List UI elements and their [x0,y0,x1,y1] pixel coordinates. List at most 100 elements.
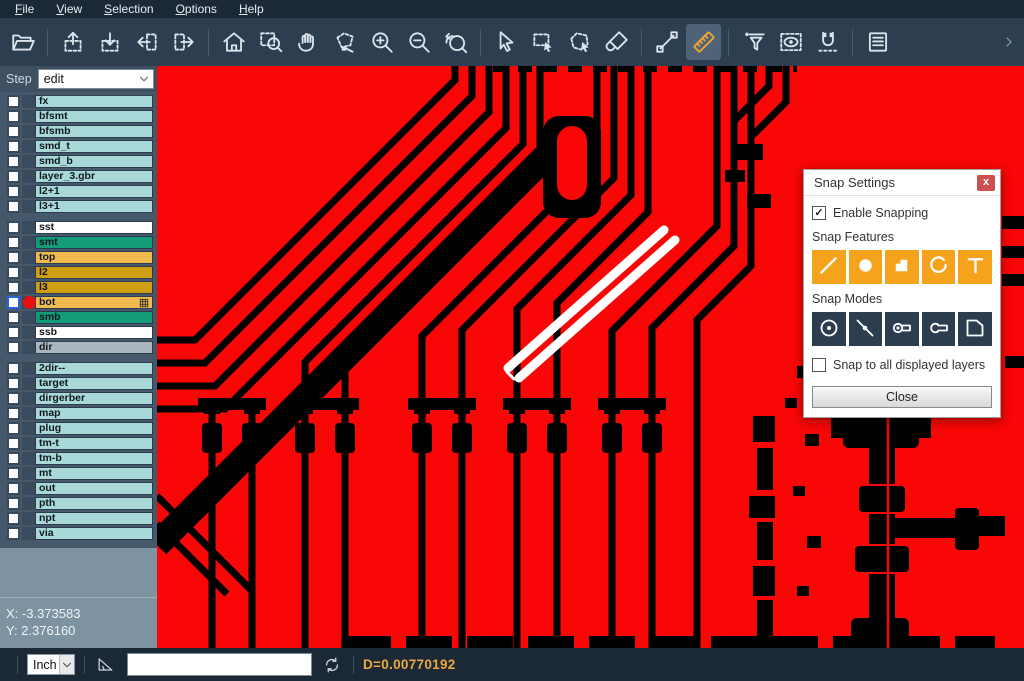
unit-dropdown[interactable]: Inch [27,654,75,675]
measure-line-button[interactable] [649,24,684,60]
layer-visibility-checkbox[interactable] [7,140,20,153]
layer-label[interactable]: l2 [35,266,153,279]
select-brush-button[interactable] [599,24,634,60]
snap-mode-polygon-button[interactable] [958,312,992,346]
highlight-button[interactable] [773,24,808,60]
layer-label[interactable]: via [35,527,153,540]
zoom-home-button[interactable] [216,24,251,60]
move-down-button[interactable] [92,24,127,60]
snap-feature-arc-button[interactable] [922,250,956,284]
layer-label[interactable]: mt [35,467,153,480]
layer-visibility-checkbox[interactable] [7,110,20,123]
layer-label[interactable]: ssb [35,326,153,339]
layer-label[interactable]: tm-b [35,452,153,465]
layer-label[interactable]: smd_t [35,140,153,153]
command-input[interactable] [127,653,312,676]
layer-label[interactable]: map [35,407,153,420]
layer-label[interactable]: target [35,377,153,390]
zoom-out-button[interactable] [401,24,436,60]
layer-visibility-checkbox[interactable] [7,221,20,234]
select-button[interactable] [488,24,523,60]
snap-feature-pad-button[interactable] [885,250,919,284]
menu-selection[interactable]: Selection [93,0,164,18]
snap-mode-center-button[interactable] [812,312,846,346]
layer-visibility-checkbox[interactable] [7,467,20,480]
layer-visibility-checkbox[interactable] [7,437,20,450]
close-button[interactable]: Close [812,386,992,408]
layer-visibility-checkbox[interactable] [7,392,20,405]
layer-label[interactable]: tm-t [35,437,153,450]
select-poly-button[interactable] [562,24,597,60]
layer-label[interactable]: bfsmt [35,110,153,123]
layer-visibility-checkbox[interactable] [7,296,20,309]
snap-mode-slot-open-button[interactable] [922,312,956,346]
layer-label[interactable]: dir [35,341,153,354]
layer-label[interactable]: dirgerber [35,392,153,405]
layer-visibility-checkbox[interactable] [7,377,20,390]
move-right-button[interactable] [166,24,201,60]
zoom-in-button[interactable] [364,24,399,60]
snap-mode-point-on-line-button[interactable] [849,312,883,346]
layer-label[interactable]: npt [35,512,153,525]
layer-visibility-checkbox[interactable] [7,200,20,213]
close-icon[interactable]: x [977,175,995,191]
layer-label[interactable]: l3 [35,281,153,294]
move-left-button[interactable] [129,24,164,60]
layer-visibility-checkbox[interactable] [7,281,20,294]
layer-visibility-checkbox[interactable] [7,266,20,279]
move-up-button[interactable] [55,24,90,60]
zoom-object-button[interactable] [327,24,362,60]
menu-file[interactable]: File [4,0,45,18]
layer-label[interactable]: plug [35,422,153,435]
layer-label[interactable]: 2dir-- [35,362,153,375]
layer-visibility-checkbox[interactable] [7,362,20,375]
layer-visibility-checkbox[interactable] [7,170,20,183]
layer-visibility-checkbox[interactable] [7,236,20,249]
report-button[interactable] [860,24,895,60]
layer-label[interactable]: l3+1 [35,200,153,213]
layer-visibility-checkbox[interactable] [7,155,20,168]
menu-options[interactable]: Options [165,0,228,18]
layer-visibility-checkbox[interactable] [7,311,20,324]
layer-visibility-checkbox[interactable] [7,422,20,435]
layer-visibility-checkbox[interactable] [7,95,20,108]
layer-visibility-checkbox[interactable] [7,512,20,525]
snap-feature-line-button[interactable] [812,250,846,284]
open-file-button[interactable] [5,24,40,60]
select-rect-button[interactable] [525,24,560,60]
layer-visibility-checkbox[interactable] [7,407,20,420]
layer-label[interactable]: sst [35,221,153,234]
layer-label[interactable]: top [35,251,153,264]
snap-mode-slot-button[interactable] [885,312,919,346]
measure-ruler-button[interactable] [686,24,721,60]
menu-view[interactable]: View [45,0,93,18]
dialog-titlebar[interactable]: Snap Settings x [804,170,1000,196]
layer-visibility-checkbox[interactable] [7,341,20,354]
layer-label[interactable]: pth [35,497,153,510]
layer-visibility-checkbox[interactable] [7,185,20,198]
refresh-icon[interactable] [322,655,342,675]
zoom-previous-button[interactable] [438,24,473,60]
layer-visibility-checkbox[interactable] [7,251,20,264]
layer-visibility-checkbox[interactable] [7,497,20,510]
zoom-window-button[interactable] [253,24,288,60]
snap-settings-button[interactable] [810,24,845,60]
step-dropdown[interactable]: edit [38,69,154,89]
toolbar-overflow-button[interactable] [999,24,1019,60]
layer-label[interactable]: l2+1 [35,185,153,198]
snap-feature-text-button[interactable] [958,250,992,284]
layer-visibility-checkbox[interactable] [7,452,20,465]
menu-help[interactable]: Help [228,0,275,18]
layer-label[interactable]: out [35,482,153,495]
layer-visibility-checkbox[interactable] [7,527,20,540]
enable-snapping-checkbox[interactable]: ✓ [812,206,826,220]
pan-button[interactable] [290,24,325,60]
layer-label[interactable]: bfsmb [35,125,153,138]
layer-visibility-checkbox[interactable] [7,482,20,495]
layer-label[interactable]: bot [35,296,153,309]
layer-label[interactable]: smb [35,311,153,324]
layer-label[interactable]: smd_b [35,155,153,168]
snap-all-layers-checkbox[interactable] [812,358,826,372]
layer-visibility-checkbox[interactable] [7,125,20,138]
layer-visibility-checkbox[interactable] [7,326,20,339]
